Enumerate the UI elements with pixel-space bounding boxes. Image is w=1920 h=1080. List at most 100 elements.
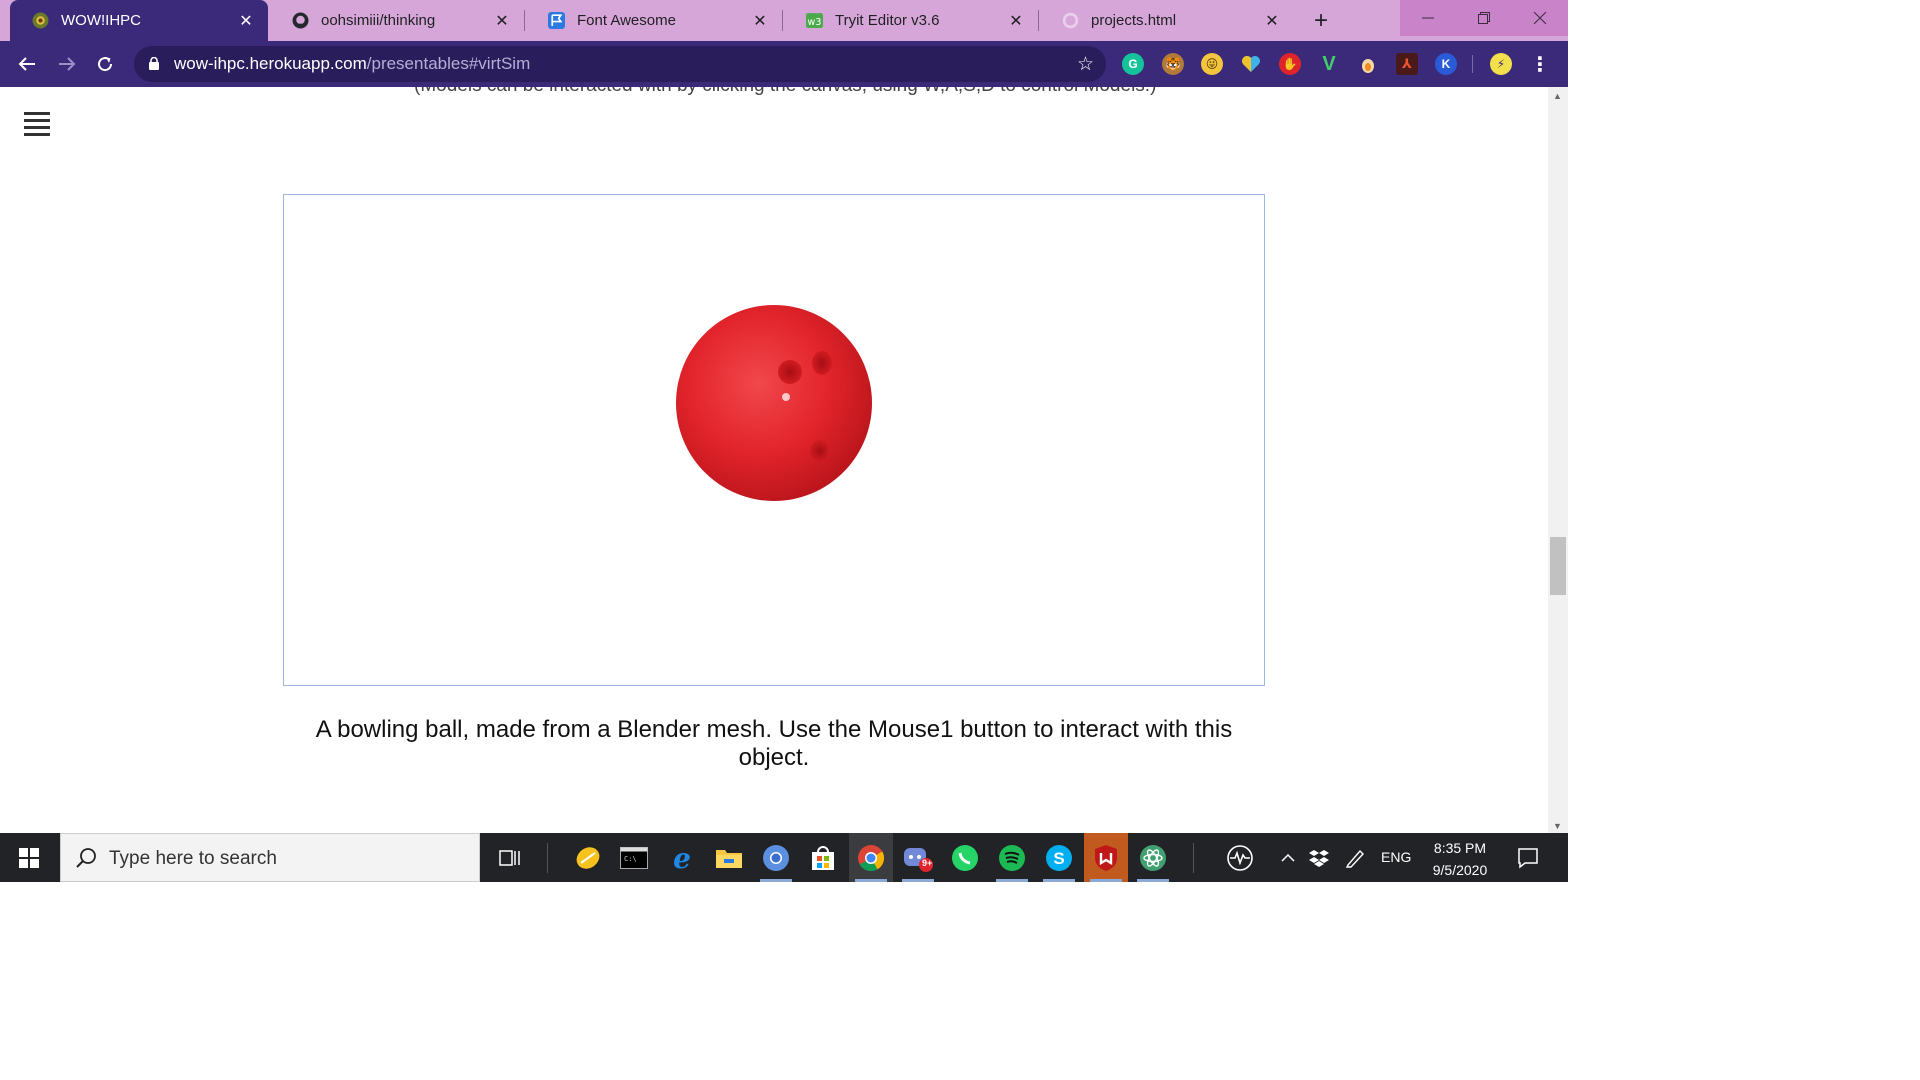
- restore-icon: [1478, 12, 1490, 24]
- reload-icon: [98, 57, 113, 72]
- github-icon: [292, 12, 309, 29]
- tab-font-awesome[interactable]: Font Awesome ✕: [526, 0, 782, 41]
- taskbar-app-atom[interactable]: [1131, 833, 1175, 882]
- back-button[interactable]: [12, 49, 42, 79]
- spotify-icon: [999, 844, 1025, 871]
- emoji-extension-icon[interactable]: 😜: [1201, 53, 1223, 75]
- tab-separator: [782, 10, 783, 31]
- taskbar-app-health-monitor[interactable]: [1218, 833, 1262, 882]
- taskbar-app-discord[interactable]: 9+: [896, 833, 940, 882]
- scroll-down-icon[interactable]: ▼: [1553, 821, 1562, 831]
- webgl-canvas[interactable]: [283, 194, 1265, 686]
- taskbar-app-sticky[interactable]: [566, 833, 610, 882]
- taskbar-app-edge[interactable]: e: [660, 833, 704, 882]
- notification-icon: [1518, 847, 1538, 869]
- tray-dropbox[interactable]: [1300, 833, 1338, 882]
- tab-github[interactable]: oohsimiii/thinking ✕: [270, 0, 524, 41]
- start-button[interactable]: [0, 833, 58, 882]
- canvas-caption: A bowling ball, made from a Blender mesh…: [315, 716, 1233, 771]
- bookmark-star-icon[interactable]: ☆: [1077, 53, 1094, 76]
- tiger-extension-icon[interactable]: 🐯: [1162, 53, 1184, 75]
- address-bar[interactable]: wow-ihpc.herokuapp.com/presentables#virt…: [134, 46, 1106, 82]
- restore-button[interactable]: [1456, 0, 1512, 36]
- pdf-extension-icon[interactable]: ⅄: [1396, 53, 1418, 75]
- loading-spinner-icon: [1062, 12, 1079, 29]
- pen-icon: [1345, 849, 1364, 868]
- v-extension-icon[interactable]: V: [1318, 53, 1340, 75]
- drop-icon: [1362, 59, 1374, 73]
- atom-icon: [1140, 844, 1166, 871]
- close-icon[interactable]: ✕: [1260, 9, 1284, 33]
- dropbox-icon: [1309, 849, 1329, 867]
- w3schools-icon: w3: [806, 13, 823, 28]
- tab-separator: [524, 10, 525, 31]
- taskbar-app-file-explorer[interactable]: [707, 833, 751, 882]
- thumb-hole: [810, 440, 830, 462]
- close-icon[interactable]: ✕: [490, 9, 514, 33]
- grammarly-extension-icon[interactable]: G: [1122, 53, 1144, 75]
- hand-extension-icon[interactable]: ✋: [1279, 53, 1301, 75]
- tab-projects[interactable]: projects.html ✕: [1040, 0, 1294, 41]
- url-text: wow-ihpc.herokuapp.com/presentables#virt…: [174, 54, 530, 74]
- new-tab-button[interactable]: +: [1306, 6, 1336, 36]
- tab-tryit-editor[interactable]: w3 Tryit Editor v3.6 ✕: [784, 0, 1038, 41]
- svg-text:e: e: [673, 844, 691, 872]
- taskbar-app-chrome[interactable]: [849, 833, 893, 882]
- system-clock[interactable]: 8:35 PM 9/5/2020: [1424, 837, 1496, 881]
- specular-highlight: [782, 393, 790, 401]
- honey-extension-icon[interactable]: [1357, 53, 1379, 75]
- bowling-ball-render: [676, 305, 872, 501]
- taskbar-app-chromium[interactable]: [754, 833, 798, 882]
- minimize-icon: [1422, 17, 1434, 19]
- taskbar-app-whatsapp[interactable]: [943, 833, 987, 882]
- tab-title: oohsimiii/thinking: [321, 12, 436, 29]
- clock-time: 8:35 PM: [1433, 840, 1487, 856]
- vertical-scrollbar[interactable]: ▲ ▼: [1548, 87, 1568, 833]
- skype-icon: S: [1046, 844, 1072, 871]
- hamburger-menu-icon[interactable]: [24, 112, 50, 138]
- profile-avatar[interactable]: ⚡: [1490, 53, 1512, 75]
- forward-button[interactable]: [52, 49, 82, 79]
- taskbar-app-skype[interactable]: S: [1037, 833, 1081, 882]
- taskbar-app-terminal[interactable]: C:\: [612, 833, 656, 882]
- scrollbar-thumb[interactable]: [1550, 537, 1566, 595]
- tray-pen[interactable]: [1336, 833, 1374, 882]
- k-extension-icon[interactable]: K: [1435, 53, 1457, 75]
- heart-extension-icon[interactable]: [1240, 53, 1262, 75]
- terminal-icon: C:\: [620, 846, 648, 869]
- whatsapp-icon: [952, 844, 978, 871]
- svg-text:C:\: C:\: [624, 855, 637, 863]
- close-icon[interactable]: ✕: [748, 9, 772, 33]
- forward-arrow-icon: [59, 57, 76, 71]
- tab-title: Font Awesome: [577, 12, 676, 29]
- close-icon[interactable]: ✕: [234, 9, 258, 33]
- url-path: /presentables#virtSim: [366, 54, 531, 73]
- notification-badge: 9+: [922, 858, 933, 868]
- scroll-up-icon[interactable]: ▲: [1553, 91, 1562, 101]
- close-window-button[interactable]: [1512, 0, 1568, 36]
- windows-logo-icon: [19, 847, 39, 868]
- action-center-button[interactable]: [1506, 833, 1550, 882]
- font-awesome-flag-icon: [548, 12, 565, 29]
- task-view-button[interactable]: [488, 833, 532, 882]
- taskbar-app-mcafee[interactable]: [1084, 833, 1128, 882]
- taskbar-search-box[interactable]: Type here to search: [60, 833, 480, 882]
- taskbar-app-store[interactable]: [801, 833, 845, 882]
- reload-button[interactable]: [90, 49, 120, 79]
- lock-icon: [149, 57, 159, 70]
- browser-toolbar: wow-ihpc.herokuapp.com/presentables#virt…: [0, 41, 1568, 87]
- tab-title: projects.html: [1091, 12, 1177, 29]
- language-indicator[interactable]: ENG: [1381, 849, 1411, 865]
- store-icon: [812, 845, 834, 870]
- windows-taskbar: Type here to search C:\ e 9+ S ENG 8:35 …: [0, 833, 1568, 882]
- task-view-icon: [499, 849, 520, 866]
- tab-wow-ihpc[interactable]: WOW!IHPC ✕: [10, 0, 268, 41]
- taskbar-app-spotify[interactable]: [990, 833, 1034, 882]
- minimize-button[interactable]: [1400, 0, 1456, 36]
- heartbeat-icon: [1227, 844, 1253, 871]
- search-placeholder: Type here to search: [109, 848, 277, 869]
- folder-icon: [716, 849, 742, 868]
- menu-dots-icon[interactable]: ⋮: [1529, 53, 1551, 76]
- close-icon[interactable]: ✕: [1004, 9, 1028, 33]
- chromium-icon: [763, 844, 789, 871]
